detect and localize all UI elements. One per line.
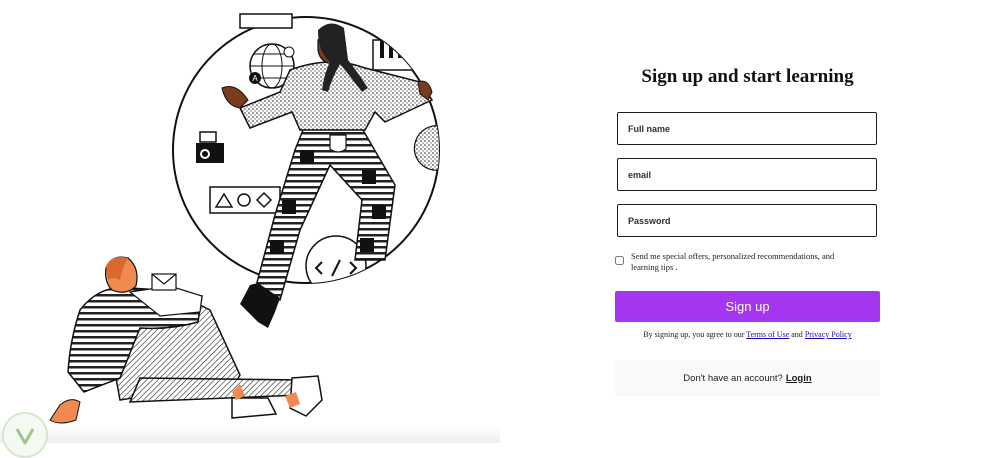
email-input[interactable] [617,158,877,191]
full-name-input[interactable] [617,112,877,145]
svg-text:A: A [252,74,258,83]
terms-and: and [791,330,803,339]
password-input[interactable] [617,204,877,237]
page-title: Sign up and start learning [641,66,854,87]
envelope-icon [151,273,177,291]
watermark-logo [2,412,48,458]
hero-illustration: A [0,0,500,458]
piano-keys-icon [372,39,416,71]
signup-button[interactable]: Sign up [615,291,880,322]
login-prompt: Don't have an account? [683,372,783,384]
terms-of-use-link[interactable]: Terms of Use [746,330,789,339]
terms-prefix: By signing up, you agree to our [643,330,745,339]
offers-checkbox[interactable] [615,256,624,265]
terms-text: By signing up, you agree to our Terms of… [615,330,880,339]
offers-label: Send me special offers, personalized rec… [631,251,835,272]
floor-shadow [0,425,500,443]
shapes-icon [209,186,281,214]
privacy-policy-link[interactable]: Privacy Policy [805,330,852,339]
login-link[interactable]: Login [786,373,812,384]
login-box: Don't have an account? Login [615,360,880,396]
